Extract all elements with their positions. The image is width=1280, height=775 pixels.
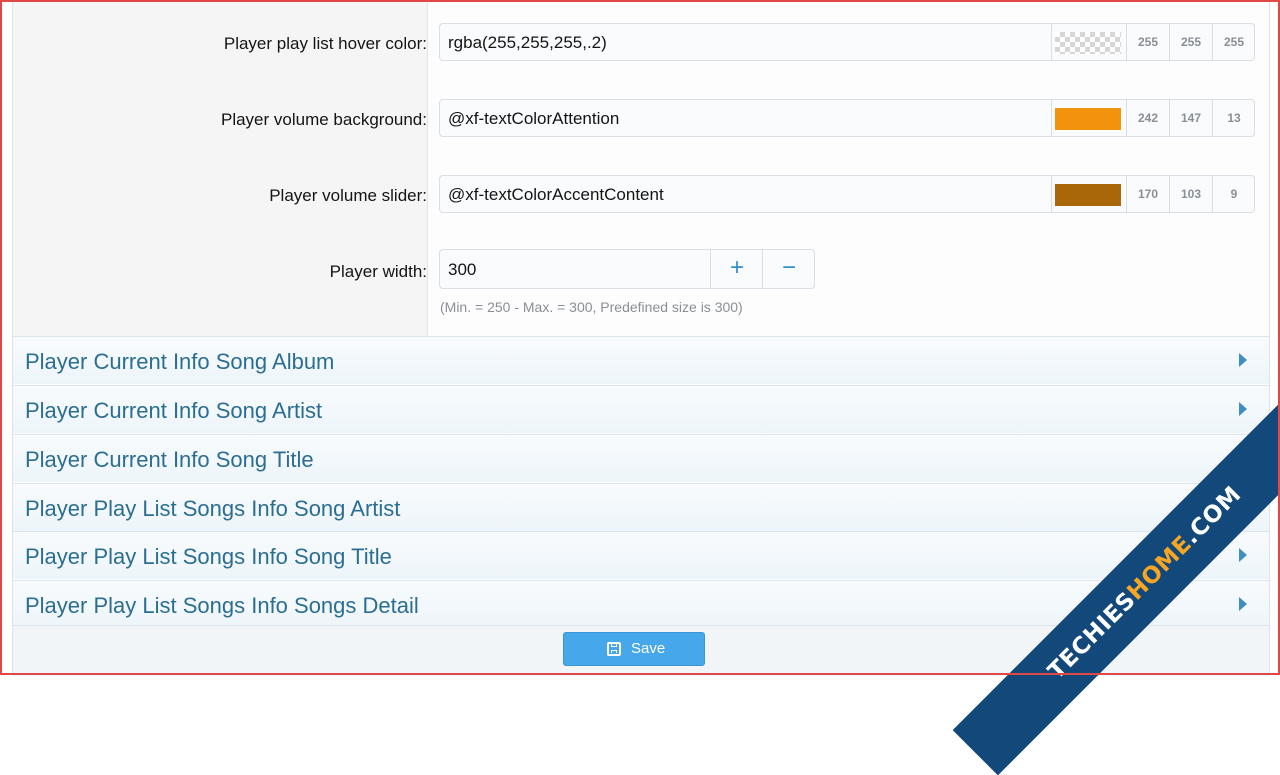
chevron-right-icon — [1239, 353, 1247, 367]
volume-slider-r: 170 — [1126, 176, 1169, 212]
volume-background-field[interactable]: @xf-textColorAttention 242 147 13 — [439, 99, 1255, 137]
chevron-right-icon — [1239, 402, 1247, 416]
section-player-play-list-songs-info-song-artist[interactable]: Player Play List Songs Info Song Artist — [13, 483, 1269, 531]
row-label-volume-slider: Player volume slider: — [269, 186, 427, 205]
hover-color-value[interactable]: rgba(255,255,255,.2) — [448, 33, 607, 53]
volume-background-swatch-box[interactable] — [1051, 100, 1126, 136]
hover-color-swatch-box[interactable] — [1051, 24, 1126, 60]
row-label-volume-background: Player volume background: — [220, 110, 427, 129]
section-title: Player Current Info Song Title — [25, 447, 314, 472]
decrement-button[interactable]: − — [762, 250, 815, 288]
volume-slider-g: 103 — [1169, 176, 1212, 212]
section-title: Player Play List Songs Info Songs Detail — [25, 593, 419, 618]
player-width-hint: (Min. = 250 - Max. = 300, Predefined siz… — [440, 299, 743, 315]
player-width-stepper[interactable]: 300 + − — [439, 249, 815, 289]
section-title: Player Current Info Song Album — [25, 349, 335, 374]
player-width-input[interactable]: 300 — [448, 260, 476, 280]
volume-background-value[interactable]: @xf-textColorAttention — [448, 109, 619, 129]
row-label-hover-color: Player play list hover color: — [223, 34, 427, 53]
save-button[interactable]: Save — [563, 632, 705, 666]
hover-color-g: 255 — [1169, 24, 1212, 60]
volume-background-g: 147 — [1169, 100, 1212, 136]
volume-slider-field[interactable]: @xf-textColorAccentContent 170 103 9 — [439, 175, 1255, 213]
section-title: Player Play List Songs Info Song Title — [25, 544, 392, 569]
volume-slider-swatch-box[interactable] — [1051, 176, 1126, 212]
hover-color-r: 255 — [1126, 24, 1169, 60]
chevron-right-icon — [1239, 548, 1247, 562]
save-button-label: Save — [631, 640, 666, 657]
volume-slider-b: 9 — [1212, 176, 1255, 212]
hover-color-swatch[interactable] — [1055, 32, 1121, 54]
section-player-current-info-song-title[interactable]: Player Current Info Song Title — [13, 434, 1269, 482]
volume-background-r: 242 — [1126, 100, 1169, 136]
chevron-right-icon — [1239, 597, 1247, 611]
hover-color-field[interactable]: rgba(255,255,255,.2) 255 255 255 — [439, 23, 1255, 61]
volume-slider-value[interactable]: @xf-textColorAccentContent — [448, 185, 664, 205]
volume-slider-swatch[interactable] — [1055, 184, 1121, 206]
section-title: Player Current Info Song Artist — [25, 398, 323, 423]
row-label-player-width: Player width: — [329, 262, 427, 281]
volume-background-b: 13 — [1212, 100, 1255, 136]
hover-color-b: 255 — [1212, 24, 1255, 60]
section-title: Player Play List Songs Info Song Artist — [25, 496, 401, 521]
save-icon — [607, 642, 621, 656]
section-player-current-info-song-artist[interactable]: Player Current Info Song Artist — [13, 385, 1269, 433]
increment-button[interactable]: + — [710, 250, 763, 288]
section-player-current-info-song-album[interactable]: Player Current Info Song Album — [13, 336, 1269, 384]
style-properties-panel: Player play list hover color: rgba(255,2… — [12, 0, 1270, 676]
volume-background-swatch[interactable] — [1055, 108, 1121, 130]
section-player-play-list-songs-info-song-title[interactable]: Player Play List Songs Info Song Title — [13, 531, 1269, 579]
